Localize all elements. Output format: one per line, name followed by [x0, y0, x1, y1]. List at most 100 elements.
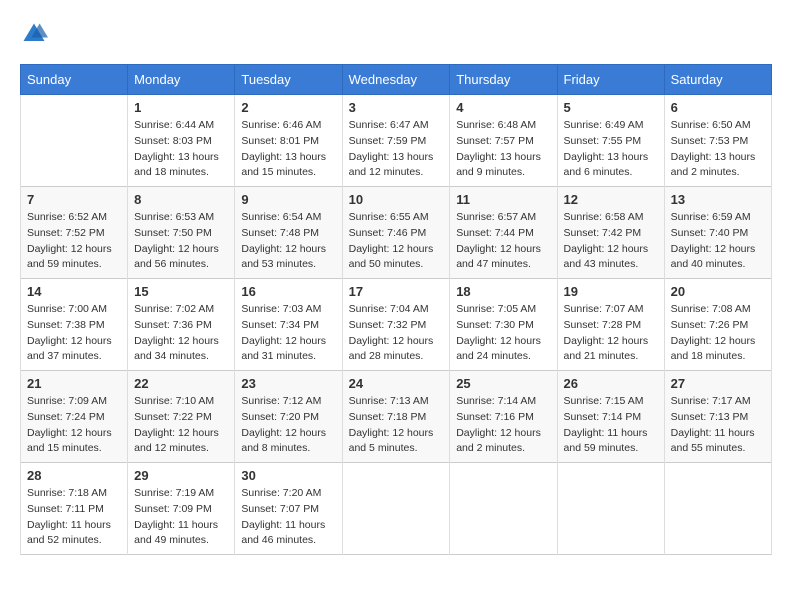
- header-cell-sunday: Sunday: [21, 65, 128, 95]
- calendar-cell: 17 Sunrise: 7:04 AMSunset: 7:32 PMDayligh…: [342, 279, 450, 371]
- calendar-cell: 26 Sunrise: 7:15 AMSunset: 7:14 PMDayligh…: [557, 371, 664, 463]
- day-number: 14: [27, 284, 121, 299]
- day-info: Sunrise: 6:52 AMSunset: 7:52 PMDaylight:…: [27, 210, 121, 273]
- day-number: 28: [27, 468, 121, 483]
- day-info: Sunrise: 7:08 AMSunset: 7:26 PMDaylight:…: [671, 302, 765, 365]
- calendar-cell: 19 Sunrise: 7:07 AMSunset: 7:28 PMDayligh…: [557, 279, 664, 371]
- day-number: 1: [134, 100, 228, 115]
- calendar-week-4: 21 Sunrise: 7:09 AMSunset: 7:24 PMDayligh…: [21, 371, 772, 463]
- day-info: Sunrise: 6:55 AMSunset: 7:46 PMDaylight:…: [349, 210, 444, 273]
- calendar-cell: 29Sunrise: 7:19 AMSunset: 7:09 PMDayligh…: [128, 463, 235, 555]
- day-info: Sunrise: 7:09 AMSunset: 7:24 PMDaylight:…: [27, 394, 121, 457]
- day-info: Sunrise: 7:12 AMSunset: 7:20 PMDaylight:…: [241, 394, 335, 457]
- calendar-table: SundayMondayTuesdayWednesdayThursdayFrid…: [20, 64, 772, 555]
- calendar-cell: [557, 463, 664, 555]
- calendar-cell: 21 Sunrise: 7:09 AMSunset: 7:24 PMDayligh…: [21, 371, 128, 463]
- calendar-cell: 6 Sunrise: 6:50 AMSunset: 7:53 PMDaylight…: [664, 95, 771, 187]
- header-cell-friday: Friday: [557, 65, 664, 95]
- day-number: 15: [134, 284, 228, 299]
- calendar-cell: 2 Sunrise: 6:46 AMSunset: 8:01 PMDaylight…: [235, 95, 342, 187]
- day-info: Sunrise: 7:15 AMSunset: 7:14 PMDaylight:…: [564, 394, 658, 457]
- calendar-cell: 3 Sunrise: 6:47 AMSunset: 7:59 PMDaylight…: [342, 95, 450, 187]
- day-info: Sunrise: 7:07 AMSunset: 7:28 PMDaylight:…: [564, 302, 658, 365]
- day-number: 30: [241, 468, 335, 483]
- calendar-week-5: 28 Sunrise: 7:18 AMSunset: 7:11 PMDayligh…: [21, 463, 772, 555]
- calendar-cell: [342, 463, 450, 555]
- day-number: 16: [241, 284, 335, 299]
- day-info: Sunrise: 6:49 AMSunset: 7:55 PMDaylight:…: [564, 118, 658, 181]
- day-number: 20: [671, 284, 765, 299]
- day-info: Sunrise: 7:14 AMSunset: 7:16 PMDaylight:…: [456, 394, 550, 457]
- day-number: 10: [349, 192, 444, 207]
- calendar-week-1: 1 Sunrise: 6:44 AMSunset: 8:03 PMDaylight…: [21, 95, 772, 187]
- calendar-cell: 30 Sunrise: 7:20 AMSunset: 7:07 PMDayligh…: [235, 463, 342, 555]
- day-number: 21: [27, 376, 121, 391]
- day-number: 4: [456, 100, 550, 115]
- day-info: Sunrise: 7:10 AMSunset: 7:22 PMDaylight:…: [134, 394, 228, 457]
- day-number: 2: [241, 100, 335, 115]
- day-number: 18: [456, 284, 550, 299]
- day-info: Sunrise: 6:57 AMSunset: 7:44 PMDaylight:…: [456, 210, 550, 273]
- day-info: Sunrise: 7:17 AMSunset: 7:13 PMDaylight:…: [671, 394, 765, 457]
- day-info: Sunrise: 6:53 AMSunset: 7:50 PMDaylight:…: [134, 210, 228, 273]
- day-number: 19: [564, 284, 658, 299]
- day-number: 26: [564, 376, 658, 391]
- calendar-cell: 23Sunrise: 7:12 AMSunset: 7:20 PMDayligh…: [235, 371, 342, 463]
- calendar-cell: 14 Sunrise: 7:00 AMSunset: 7:38 PMDayligh…: [21, 279, 128, 371]
- calendar-cell: 1 Sunrise: 6:44 AMSunset: 8:03 PMDaylight…: [128, 95, 235, 187]
- calendar-cell: 4 Sunrise: 6:48 AMSunset: 7:57 PMDaylight…: [450, 95, 557, 187]
- calendar-cell: 10 Sunrise: 6:55 AMSunset: 7:46 PMDayligh…: [342, 187, 450, 279]
- day-number: 29: [134, 468, 228, 483]
- day-number: 8: [134, 192, 228, 207]
- day-info: Sunrise: 7:20 AMSunset: 7:07 PMDaylight:…: [241, 486, 335, 549]
- day-info: Sunrise: 7:13 AMSunset: 7:18 PMDaylight:…: [349, 394, 444, 457]
- header-cell-wednesday: Wednesday: [342, 65, 450, 95]
- calendar-cell: 24 Sunrise: 7:13 AMSunset: 7:18 PMDayligh…: [342, 371, 450, 463]
- day-number: 17: [349, 284, 444, 299]
- calendar-week-2: 7Sunrise: 6:52 AMSunset: 7:52 PMDaylight…: [21, 187, 772, 279]
- day-info: Sunrise: 6:54 AMSunset: 7:48 PMDaylight:…: [241, 210, 335, 273]
- calendar-cell: 8 Sunrise: 6:53 AMSunset: 7:50 PMDaylight…: [128, 187, 235, 279]
- day-info: Sunrise: 6:48 AMSunset: 7:57 PMDaylight:…: [456, 118, 550, 181]
- day-info: Sunrise: 7:18 AMSunset: 7:11 PMDaylight:…: [27, 486, 121, 549]
- calendar-cell: [21, 95, 128, 187]
- header-cell-saturday: Saturday: [664, 65, 771, 95]
- day-number: 5: [564, 100, 658, 115]
- day-info: Sunrise: 6:50 AMSunset: 7:53 PMDaylight:…: [671, 118, 765, 181]
- calendar-cell: 15 Sunrise: 7:02 AMSunset: 7:36 PMDayligh…: [128, 279, 235, 371]
- day-info: Sunrise: 7:05 AMSunset: 7:30 PMDaylight:…: [456, 302, 550, 365]
- day-number: 6: [671, 100, 765, 115]
- day-info: Sunrise: 6:44 AMSunset: 8:03 PMDaylight:…: [134, 118, 228, 181]
- calendar-cell: 20 Sunrise: 7:08 AMSunset: 7:26 PMDayligh…: [664, 279, 771, 371]
- day-number: 3: [349, 100, 444, 115]
- header-cell-tuesday: Tuesday: [235, 65, 342, 95]
- calendar-cell: 18 Sunrise: 7:05 AMSunset: 7:30 PMDayligh…: [450, 279, 557, 371]
- calendar-cell: 11 Sunrise: 6:57 AMSunset: 7:44 PMDayligh…: [450, 187, 557, 279]
- day-info: Sunrise: 7:02 AMSunset: 7:36 PMDaylight:…: [134, 302, 228, 365]
- day-number: 22: [134, 376, 228, 391]
- day-number: 11: [456, 192, 550, 207]
- day-info: Sunrise: 7:00 AMSunset: 7:38 PMDaylight:…: [27, 302, 121, 365]
- logo: [20, 20, 52, 48]
- day-info: Sunrise: 6:47 AMSunset: 7:59 PMDaylight:…: [349, 118, 444, 181]
- day-number: 25: [456, 376, 550, 391]
- day-info: Sunrise: 7:03 AMSunset: 7:34 PMDaylight:…: [241, 302, 335, 365]
- calendar-cell: 16 Sunrise: 7:03 AMSunset: 7:34 PMDayligh…: [235, 279, 342, 371]
- day-info: Sunrise: 6:46 AMSunset: 8:01 PMDaylight:…: [241, 118, 335, 181]
- calendar-cell: 28 Sunrise: 7:18 AMSunset: 7:11 PMDayligh…: [21, 463, 128, 555]
- calendar-cell: 22 Sunrise: 7:10 AMSunset: 7:22 PMDayligh…: [128, 371, 235, 463]
- day-number: 13: [671, 192, 765, 207]
- day-info: Sunrise: 7:04 AMSunset: 7:32 PMDaylight:…: [349, 302, 444, 365]
- day-number: 9: [241, 192, 335, 207]
- day-number: 12: [564, 192, 658, 207]
- calendar-week-3: 14 Sunrise: 7:00 AMSunset: 7:38 PMDayligh…: [21, 279, 772, 371]
- calendar-cell: 27Sunrise: 7:17 AMSunset: 7:13 PMDayligh…: [664, 371, 771, 463]
- day-info: Sunrise: 6:58 AMSunset: 7:42 PMDaylight:…: [564, 210, 658, 273]
- header-cell-thursday: Thursday: [450, 65, 557, 95]
- day-number: 24: [349, 376, 444, 391]
- day-info: Sunrise: 6:59 AMSunset: 7:40 PMDaylight:…: [671, 210, 765, 273]
- calendar-cell: 13 Sunrise: 6:59 AMSunset: 7:40 PMDayligh…: [664, 187, 771, 279]
- calendar-header-row: SundayMondayTuesdayWednesdayThursdayFrid…: [21, 65, 772, 95]
- calendar-cell: [664, 463, 771, 555]
- calendar-cell: [450, 463, 557, 555]
